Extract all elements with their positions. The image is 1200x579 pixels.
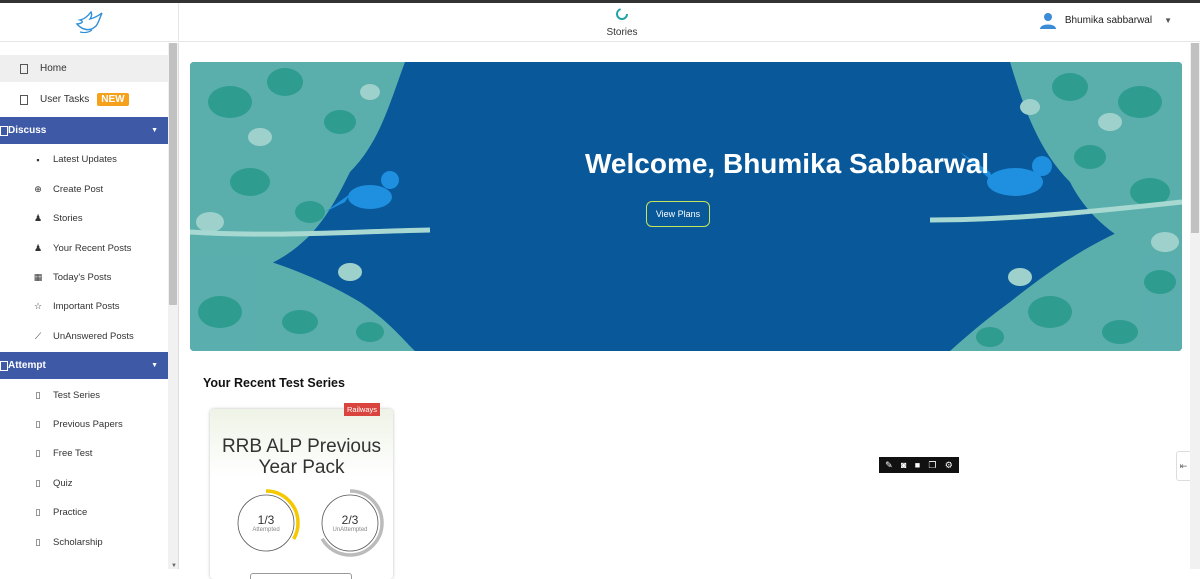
sidebar-item-label: Previous Papers (53, 419, 123, 430)
chevron-down-icon: ▼ (151, 127, 158, 134)
category-tag: Railways (343, 403, 380, 416)
scroll-down-arrow-icon[interactable]: ▼ (171, 563, 177, 569)
collapse-handle-icon[interactable]: ⇤ (1176, 451, 1190, 481)
sidebar-item-test-series[interactable]: ▯ Test Series (0, 382, 168, 409)
user-clock-icon: ♟ (33, 242, 43, 253)
sidebar-item-label: Quiz (53, 477, 73, 489)
stories-nav[interactable]: Stories (600, 7, 644, 38)
caret-down-icon: ▼ (1164, 15, 1172, 25)
attempted-ring: 1/3 Attempted (232, 489, 300, 557)
edit-icon[interactable]: ✎ (885, 457, 893, 473)
page-icon (20, 94, 28, 105)
attempted-value: 1/3 (257, 513, 275, 527)
sidebar-item-label: Discuss (8, 125, 47, 136)
sidebar-item-latest-updates[interactable]: ▪ Latest Updates (0, 146, 168, 173)
unattempted-ring: 2/3 UnAttempted (316, 489, 384, 557)
bell-icon: ▪ (36, 154, 40, 165)
chevron-down-icon: ▼ (151, 362, 158, 370)
sidebar-item-quiz[interactable]: ▯ Quiz (0, 470, 168, 497)
media-toolbar: ✎ ◙ ■ ❐ ⚙ (879, 457, 959, 473)
top-header: Stories Bhumika sabbarwal ▼ (0, 3, 1200, 42)
users-icon: ♟ (33, 213, 43, 224)
copy-icon[interactable]: ❐ (928, 457, 936, 473)
sidebar-item-label: Create Post (53, 183, 104, 195)
sidebar-item-label: Important Posts (53, 301, 120, 313)
sidebar-item-label: Your Recent Posts (53, 242, 132, 254)
sidebar-item-unanswered-posts[interactable]: ⟋ UnAnswered Posts (0, 323, 168, 350)
view-plans-button[interactable]: View Plans (646, 201, 710, 227)
sidebar-item-label: Practice (53, 507, 88, 519)
sidebar-item-stories[interactable]: ♟ Stories (0, 205, 168, 232)
sidebar-item-today-s-posts[interactable]: ▦ Today's Posts (0, 264, 168, 291)
gear-icon[interactable]: ⚙ (945, 457, 953, 473)
file-icon: ▯ (35, 419, 41, 429)
sidebar-item-label: Stories (53, 213, 83, 225)
page-icon (0, 125, 8, 136)
file-icon: ▯ (35, 448, 41, 459)
sidebar-item-scholarship[interactable]: ▯ Scholarship (0, 529, 168, 556)
sidebar-item-label: User Tasks (40, 94, 90, 105)
sidebar-item-previous-papers[interactable]: ▯ Previous Papers (0, 411, 168, 438)
user-name: Bhumika sabbarwal (1064, 14, 1153, 26)
avatar-icon (1039, 13, 1056, 29)
sidebar-item-your-recent-posts[interactable]: ♟ Your Recent Posts (0, 235, 168, 262)
main-content: Welcome, Bhumika Sabbarwal View Plans Yo… (180, 43, 1190, 579)
welcome-heading: Welcome, Bhumika Sabbarwal (585, 148, 990, 179)
plus-circle-icon: ⊕ (34, 183, 42, 194)
sidebar-item-important-posts[interactable]: ☆ Important Posts (0, 293, 168, 320)
file-icon: ▯ (35, 477, 41, 488)
sidebar-item-label: Today's Posts (53, 272, 112, 283)
logo[interactable] (0, 3, 179, 42)
welcome-banner: Welcome, Bhumika Sabbarwal View Plans (190, 62, 1182, 351)
sidebar: Home User Tasks NEW Discuss ▼ ▪ Latest Updates… (0, 43, 179, 569)
stories-ring-icon (616, 8, 628, 20)
stories-label: Stories (606, 27, 638, 38)
file-icon: ▯ (35, 389, 41, 400)
camera-icon[interactable]: ◙ (901, 457, 906, 473)
chart-icon: ⟋ (34, 330, 42, 341)
sidebar-item-label: Test Series (53, 389, 100, 401)
new-badge: NEW (97, 93, 129, 106)
test-series-card[interactable]: Railways RRB ALP Previous Year Pack 1/3 … (210, 403, 393, 579)
file-icon: ▯ (35, 536, 41, 547)
recent-test-series-title: Your Recent Test Series (203, 376, 345, 390)
calendar-icon: ▦ (33, 272, 43, 282)
sidebar-item-label: UnAnswered Posts (53, 330, 134, 342)
sidebar-item-label: Scholarship (53, 536, 103, 548)
page-icon (20, 63, 28, 74)
page-icon (0, 360, 8, 371)
sidebar-item-home[interactable]: Home (0, 55, 168, 82)
sidebar-item-free-test[interactable]: ▯ Free Test (0, 440, 168, 467)
sidebar-item-discuss[interactable]: Discuss ▼ (0, 117, 168, 144)
page-scrollbar-thumb[interactable] (1191, 43, 1199, 233)
sidebar-item-attempt[interactable]: Attempt ▼ (0, 352, 168, 380)
attempted-label: Attempted (252, 527, 280, 533)
sidebar-item-practice[interactable]: ▯ Practice (0, 499, 168, 526)
sidebar-item-create-post[interactable]: ⊕ Create Post (0, 176, 168, 203)
unattempted-value: 2/3 (341, 513, 359, 527)
sidebar-item-label: Home (40, 63, 67, 74)
bird-logo-icon (75, 10, 103, 33)
sidebar-item-label: Free Test (53, 448, 93, 460)
sidebar-item-label: Latest Updates (53, 154, 117, 166)
sidebar-item-label: Attempt (8, 360, 46, 372)
unattempted-label: UnAttempted (332, 527, 368, 533)
star-icon: ☆ (33, 301, 43, 312)
sidebar-item-user-tasks[interactable]: User Tasks NEW (0, 86, 168, 113)
video-icon[interactable]: ■ (915, 457, 920, 473)
file-icon: ▯ (35, 507, 41, 518)
card-title: RRB ALP Previous Year Pack (221, 436, 382, 478)
sidebar-scrollbar-thumb[interactable] (169, 43, 177, 305)
card-action-button[interactable] (250, 573, 352, 579)
user-menu[interactable]: Bhumika sabbarwal ▼ (1039, 11, 1172, 29)
